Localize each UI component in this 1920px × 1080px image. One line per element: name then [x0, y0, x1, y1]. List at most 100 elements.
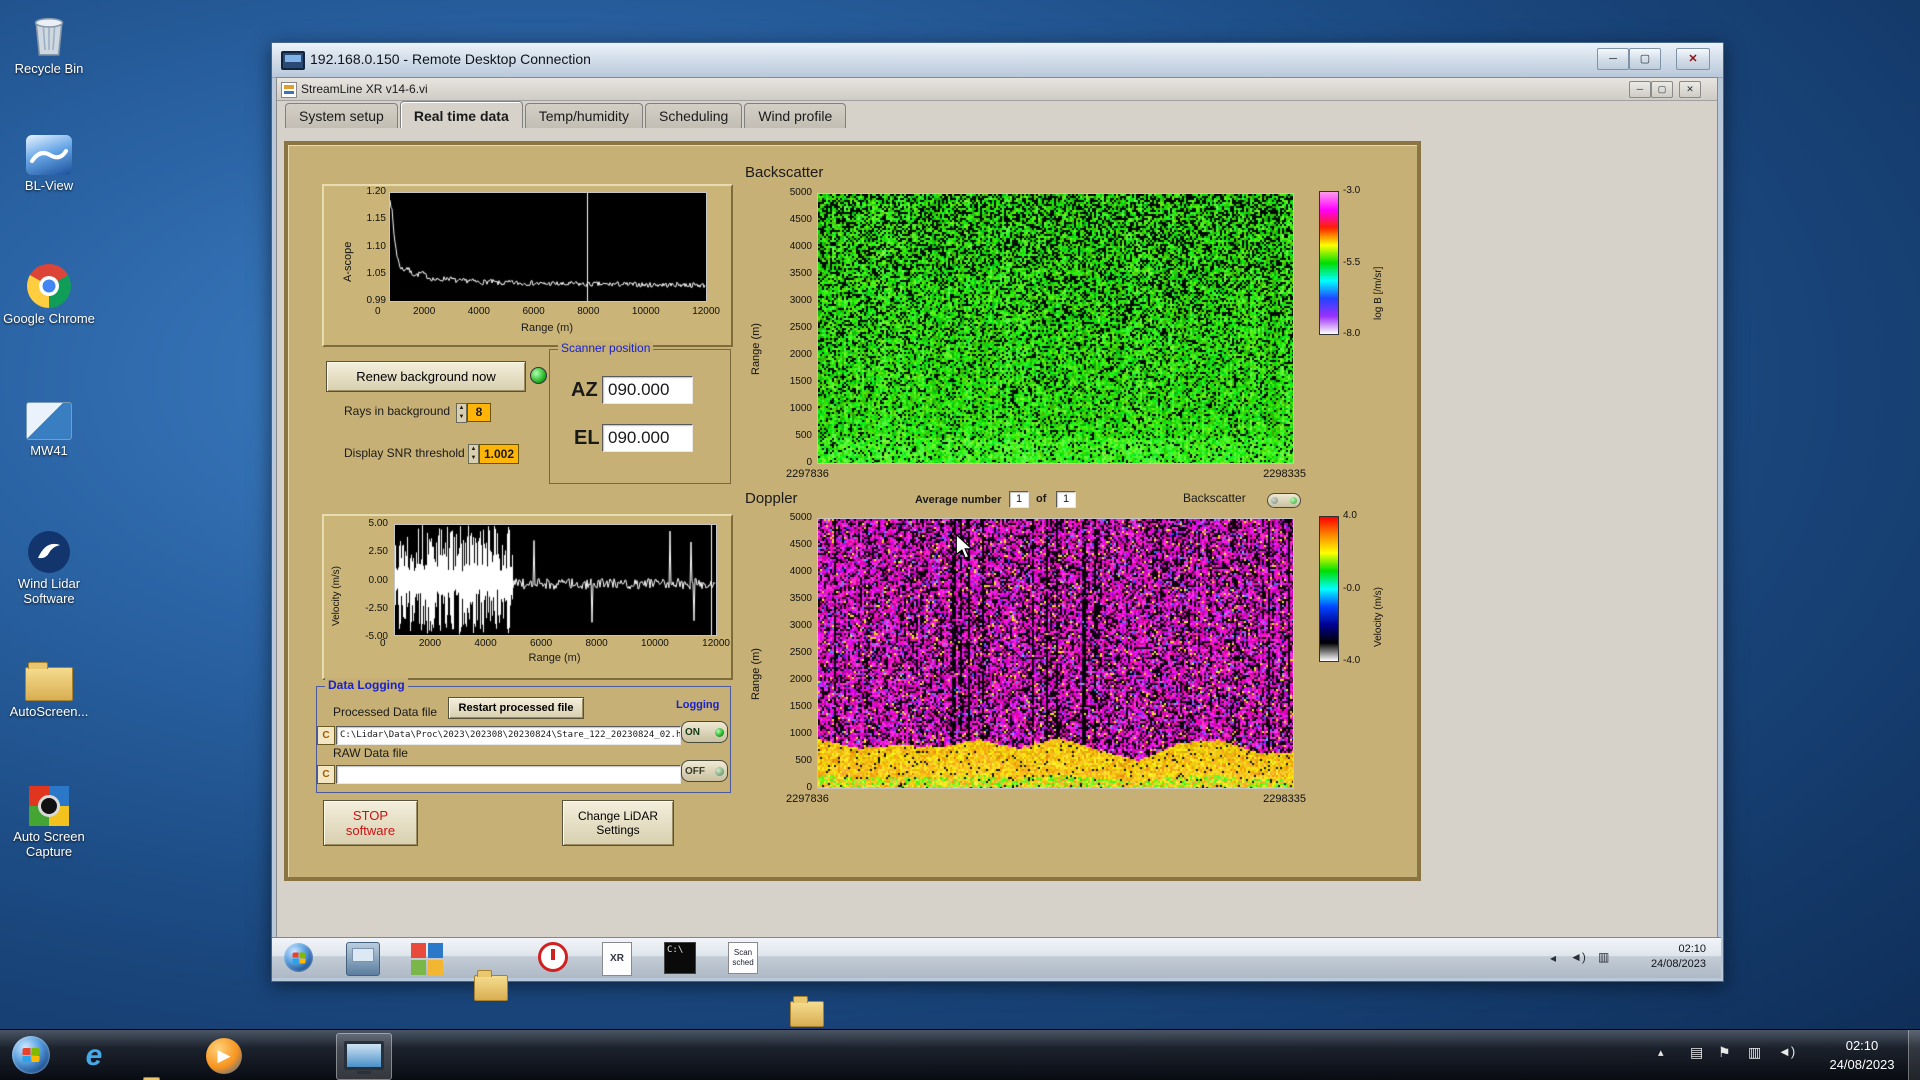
desktop-icon-wind-lidar[interactable]: Wind Lidar Software [2, 531, 96, 607]
host-tray-keyboard-icon[interactable]: ▤ [1690, 1044, 1703, 1061]
remote-network-icon[interactable]: ▥ [1598, 950, 1609, 964]
tab-real-time-data[interactable]: Real time data [399, 101, 523, 128]
desktop-icon-label: Auto Screen Capture [13, 829, 85, 859]
remote-taskbar-scan-scheduler-icon[interactable]: Scan sched [728, 942, 758, 974]
desktop-icon-autoscreen[interactable]: AutoScreen... [2, 659, 96, 720]
tab-label: Temp/humidity [538, 108, 630, 124]
processed-drive-selector[interactable]: C [317, 726, 335, 745]
scan-icon-text: Scan [733, 948, 753, 957]
remote-taskbar-explorer-folder-icon[interactable] [790, 996, 824, 1027]
toggle-led [1271, 497, 1278, 504]
off-led [715, 766, 724, 776]
rdp-minimize-button[interactable]: ─ [1597, 48, 1629, 70]
desktop: Recycle Bin BL-View Google Chrome MW41 W… [0, 0, 1920, 1080]
desktop-icon-auto-screen-capture[interactable]: Auto Screen Capture [2, 786, 96, 860]
remote-start-button[interactable] [284, 943, 313, 972]
stop-software-button[interactable]: STOP software [323, 800, 418, 846]
app-restore-button[interactable]: ▢ [1651, 81, 1673, 98]
snr-value-field[interactable]: 1.002 [479, 444, 519, 464]
host-start-button[interactable] [12, 1036, 50, 1074]
host-tray-volume-icon[interactable]: ◄) [1778, 1044, 1795, 1059]
el-value-field[interactable]: 090.000 [602, 424, 693, 452]
remote-volume-icon[interactable]: ◄) [1570, 950, 1586, 964]
rdp-close-button[interactable]: ✕ [1676, 48, 1710, 70]
renew-background-button[interactable]: Renew background now [326, 361, 526, 392]
desktop-icon-recycle-bin[interactable]: Recycle Bin [2, 10, 96, 77]
doppler-plot [817, 518, 1294, 789]
average-of-label: of [1036, 493, 1047, 505]
tab-wind-profile[interactable]: Wind profile [744, 103, 847, 128]
host-taskbar-internet-explorer-icon[interactable]: e [76, 1038, 112, 1074]
raw-drive-selector[interactable]: C [317, 765, 335, 784]
tick-label: -3.0 [1343, 185, 1361, 196]
ascope-ylabel: A-scope [342, 241, 354, 282]
tick-label: -8.0 [1343, 328, 1361, 339]
backscatter-toggle[interactable] [1267, 493, 1301, 508]
average-total-field[interactable]: 1 [1056, 491, 1076, 508]
backscatter-colorbar [1319, 191, 1339, 335]
host-taskbar-remote-desktop-icon-active[interactable] [336, 1033, 392, 1080]
host-hidden-icons-arrow[interactable]: ▴ [1658, 1046, 1664, 1059]
tab-temp-humidity[interactable]: Temp/humidity [524, 103, 644, 128]
rdp-maximize-button[interactable]: ▢ [1629, 48, 1661, 70]
tick-label: 3500 [789, 268, 812, 279]
rdp-titlebar[interactable]: 192.168.0.150 - Remote Desktop Connectio… [272, 43, 1723, 78]
backscatter-title: Backscatter [745, 164, 824, 181]
tick-label: 0 [806, 782, 812, 793]
remote-taskbar-grid-app-icon[interactable] [410, 942, 444, 976]
renew-led-indicator [530, 367, 547, 384]
tab-system-setup[interactable]: System setup [285, 103, 398, 128]
snr-threshold-label: Display SNR threshold [344, 446, 465, 460]
remote-taskbar-xr-vi-icon[interactable]: XR [602, 942, 632, 976]
toggle-label: ON [685, 726, 700, 738]
tick-label: 1.20 [366, 186, 386, 197]
restart-processed-file-button[interactable]: Restart processed file [448, 697, 584, 719]
desktop-icon-google-chrome[interactable]: Google Chrome [2, 264, 96, 327]
remote-clock-time: 02:10 [1678, 943, 1706, 955]
bl-view-icon [26, 135, 72, 175]
desktop-icon-mw41[interactable]: MW41 [2, 402, 96, 459]
rays-spinner[interactable]: ▲ ▼ [456, 403, 467, 423]
tick-label: 4.0 [1343, 510, 1357, 521]
remote-hidden-icons-arrow[interactable]: ◂ [1550, 951, 1556, 965]
app-close-button[interactable]: ✕ [1679, 81, 1701, 98]
app-minimize-button[interactable]: ─ [1629, 81, 1651, 98]
remote-taskbar-window-app-icon[interactable] [346, 942, 380, 976]
change-lidar-settings-button[interactable]: Change LiDAR Settings [562, 800, 674, 846]
tick-label: 500 [795, 430, 812, 441]
scan-icon-text: sched [732, 958, 754, 968]
tick-label: 2297836 [786, 793, 829, 805]
data-logging-label: Data Logging [325, 678, 408, 692]
rays-value-field[interactable]: 8 [467, 403, 491, 422]
processed-logging-toggle[interactable]: ON [681, 721, 728, 743]
az-value-field[interactable]: 090.000 [602, 376, 693, 404]
app-titlebar[interactable]: StreamLine XR v14-6.vi ─ ▢ ✕ [277, 78, 1717, 101]
raw-path-field[interactable] [336, 765, 681, 784]
average-number-field[interactable]: 1 [1009, 491, 1029, 508]
tick-label: 5000 [789, 512, 812, 523]
tick-label: 1.10 [366, 240, 386, 252]
stop-button-line1: STOP [352, 808, 389, 823]
doppler-title: Doppler [745, 490, 798, 507]
raw-data-file-label: RAW Data file [333, 746, 408, 760]
tick-label: 2500 [789, 322, 812, 333]
remote-taskbar-power-app-icon[interactable] [538, 942, 568, 972]
remote-taskbar-folder-app-icon[interactable] [474, 970, 508, 1001]
desktop-icon-label: Wind Lidar Software [17, 576, 81, 606]
tab-scheduling[interactable]: Scheduling [645, 103, 743, 128]
host-clock-time: 02:10 [1845, 1038, 1879, 1053]
tick-label: 1.05 [366, 267, 386, 279]
on-led [715, 727, 724, 737]
host-tray-action-center-icon[interactable]: ⚑ [1718, 1044, 1731, 1061]
remote-taskbar-terminal-icon[interactable]: C:\ [664, 942, 696, 974]
host-tray-network-icon[interactable]: ▥ [1748, 1044, 1761, 1061]
show-desktop-button[interactable] [1908, 1030, 1920, 1080]
host-taskbar-media-player-icon[interactable]: ▶ [206, 1038, 242, 1074]
snr-spinner[interactable]: ▲ ▼ [468, 444, 479, 464]
host-clock[interactable]: 02:10 24/08/2023 [1818, 1037, 1906, 1075]
desktop-icon-bl-view[interactable]: BL-View [2, 135, 96, 194]
processed-path-field[interactable]: C:\Lidar\Data\Proc\2023\202308\20230824\… [336, 726, 681, 745]
raw-logging-toggle[interactable]: OFF [681, 760, 728, 782]
tab-label: Scheduling [659, 108, 729, 124]
remote-clock[interactable]: 02:10 24/08/2023 [1630, 942, 1706, 973]
